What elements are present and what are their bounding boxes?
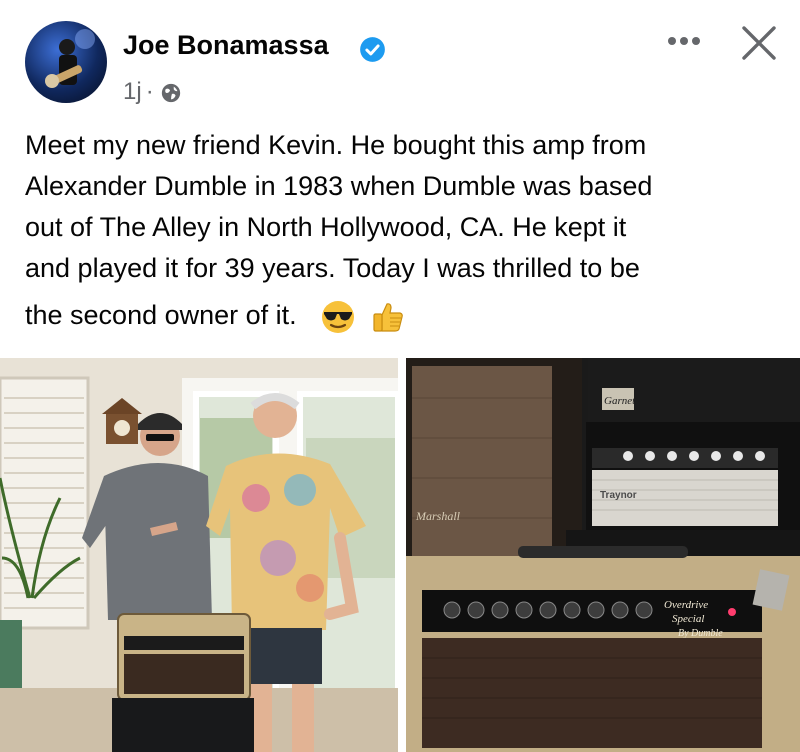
photo-image <box>0 358 398 752</box>
post-text: Meet my new friend Kevin. He bought this… <box>25 125 785 336</box>
post-meta: 1j · <box>123 78 182 106</box>
meta-separator: · <box>145 78 154 105</box>
cab-logo-text: Marshall <box>415 509 461 523</box>
verified-badge-icon <box>360 37 385 62</box>
post-header: Joe Bonamassa 1j · <box>0 0 800 118</box>
post-text-line: and played it for 39 years. Today I was … <box>25 253 640 283</box>
globe-icon[interactable] <box>160 82 182 104</box>
close-icon[interactable] <box>740 24 778 62</box>
photo-image: Marshall Garnet Traynor Overdrive Specia… <box>406 358 800 752</box>
garnet-badge-text: Garnet <box>604 395 636 407</box>
post-text-line: Meet my new friend Kevin. He bought this… <box>25 130 647 160</box>
avatar-image <box>45 29 95 88</box>
plate-line2-text: Special <box>672 613 704 625</box>
more-options-icon[interactable] <box>664 29 704 53</box>
plate-line3-text: By Dumble <box>678 628 723 639</box>
post-text-line: Alexander Dumble in 1983 when Dumble was… <box>25 171 653 201</box>
post-text-line: out of The Alley in North Hollywood, CA.… <box>25 212 627 242</box>
sunglasses-face-emoji <box>322 300 355 333</box>
post-text-line: the second owner of it. <box>25 300 297 330</box>
plate-line1-text: Overdrive <box>664 599 708 611</box>
author-avatar[interactable] <box>25 21 107 103</box>
thumbs-up-emoji <box>373 303 403 332</box>
post-photo-amp-stack[interactable]: Marshall Garnet Traynor Overdrive Specia… <box>406 358 800 752</box>
post-text-line-last: the second owner of it. <box>25 295 785 336</box>
post-photo-people-with-amp[interactable] <box>0 358 398 752</box>
traynor-logo-text: Traynor <box>600 490 637 501</box>
author-name[interactable]: Joe Bonamassa <box>123 30 329 61</box>
post-time[interactable]: 1j <box>123 78 142 106</box>
